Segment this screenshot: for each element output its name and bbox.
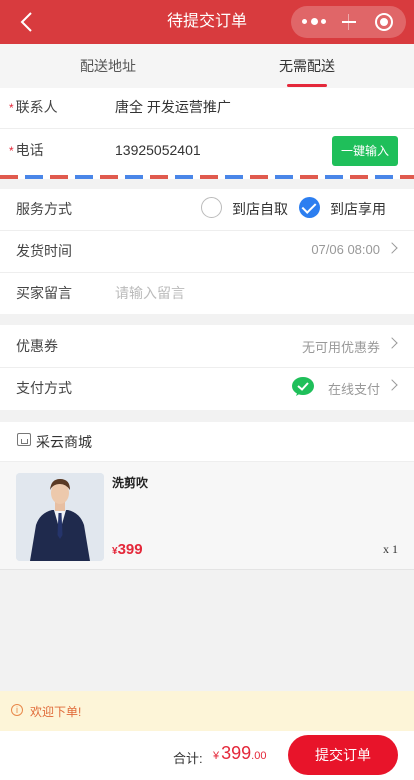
option-dine-in-label[interactable]: 到店享用 (330, 199, 386, 219)
product-name: 洗剪吹 (112, 476, 149, 490)
required-mark: * (9, 101, 14, 115)
product-price: ¥399 (112, 541, 143, 558)
total-label: 合计: (173, 751, 203, 766)
radio-pickup[interactable] (201, 197, 222, 218)
shop-icon (17, 433, 31, 446)
contact-name-label: 联系人 (15, 99, 58, 115)
chevron-right-icon (386, 242, 398, 254)
chevron-right-icon (386, 337, 398, 349)
total-integer: 399 (221, 743, 252, 763)
remark-input[interactable]: 请输入留言 (115, 283, 185, 303)
price-amount: 399 (117, 541, 143, 558)
close-target-icon[interactable] (375, 13, 393, 31)
minimize-icon[interactable] (342, 21, 356, 23)
required-mark: * (9, 144, 14, 158)
contact-name-input[interactable]: 唐全 开发运营推广 (115, 97, 231, 117)
wechat-pay-icon (292, 377, 314, 396)
active-tab-indicator (287, 84, 327, 87)
total-currency: ¥ (213, 750, 220, 762)
coupon-row[interactable]: 优惠券 无可用优惠券 (0, 324, 414, 366)
product-image (16, 473, 104, 561)
divider (0, 569, 414, 570)
more-icon[interactable] (302, 18, 328, 25)
shop-name: 采云商城 (36, 434, 92, 450)
coupon-value: 无可用优惠券 (301, 340, 380, 355)
remark-label: 买家留言 (16, 285, 72, 301)
option-pickup-label[interactable]: 到店自取 (232, 199, 288, 219)
service-method-label: 服务方式 (16, 201, 72, 217)
submit-order-button[interactable]: 提交订单 (288, 735, 398, 775)
product-item[interactable]: 洗剪吹 ¥399 x 1 (0, 462, 414, 570)
divider (0, 128, 414, 129)
delivery-time-row[interactable]: 发货时间 07/06 08:00 (0, 229, 414, 271)
payment-method-value: 在线支付 (327, 382, 380, 397)
payment-method-label: 支付方式 (16, 380, 72, 396)
navigation-bar: 待提交订单 (0, 0, 414, 44)
contact-name-row: * 联系人 唐全 开发运营推广 (0, 88, 414, 130)
notice-bar: i 欢迎下单! (0, 691, 414, 731)
delivery-time-label: 发货时间 (16, 243, 72, 259)
checkout-bar: 合计: ¥399.00 提交订单 (0, 731, 414, 780)
notice-text: 欢迎下单! (30, 705, 82, 719)
radio-dine-in[interactable] (299, 197, 320, 218)
delivery-tabs: 配送地址 无需配送 (0, 44, 414, 88)
delivery-time-value: 07/06 08:00 (311, 242, 380, 257)
envelope-stripe (0, 175, 414, 179)
tab-delivery-address[interactable]: 配送地址 (80, 44, 136, 88)
remark-row: 买家留言 请输入留言 (0, 271, 414, 313)
coupon-label: 优惠券 (16, 338, 58, 354)
mini-program-capsule (291, 6, 406, 38)
info-icon: i (11, 704, 23, 716)
tab-no-delivery[interactable]: 无需配送 (279, 44, 335, 88)
total-cents: .00 (251, 750, 267, 762)
payment-method-row[interactable]: 支付方式 在线支付 (0, 366, 414, 408)
phone-label: 电话 (15, 142, 44, 158)
chevron-right-icon (386, 379, 398, 391)
product-quantity: x 1 (383, 542, 398, 556)
phone-input[interactable]: 13925052401 (115, 142, 201, 158)
total-amount: ¥399.00 (213, 743, 266, 764)
autofill-button[interactable]: 一键输入 (332, 136, 398, 166)
